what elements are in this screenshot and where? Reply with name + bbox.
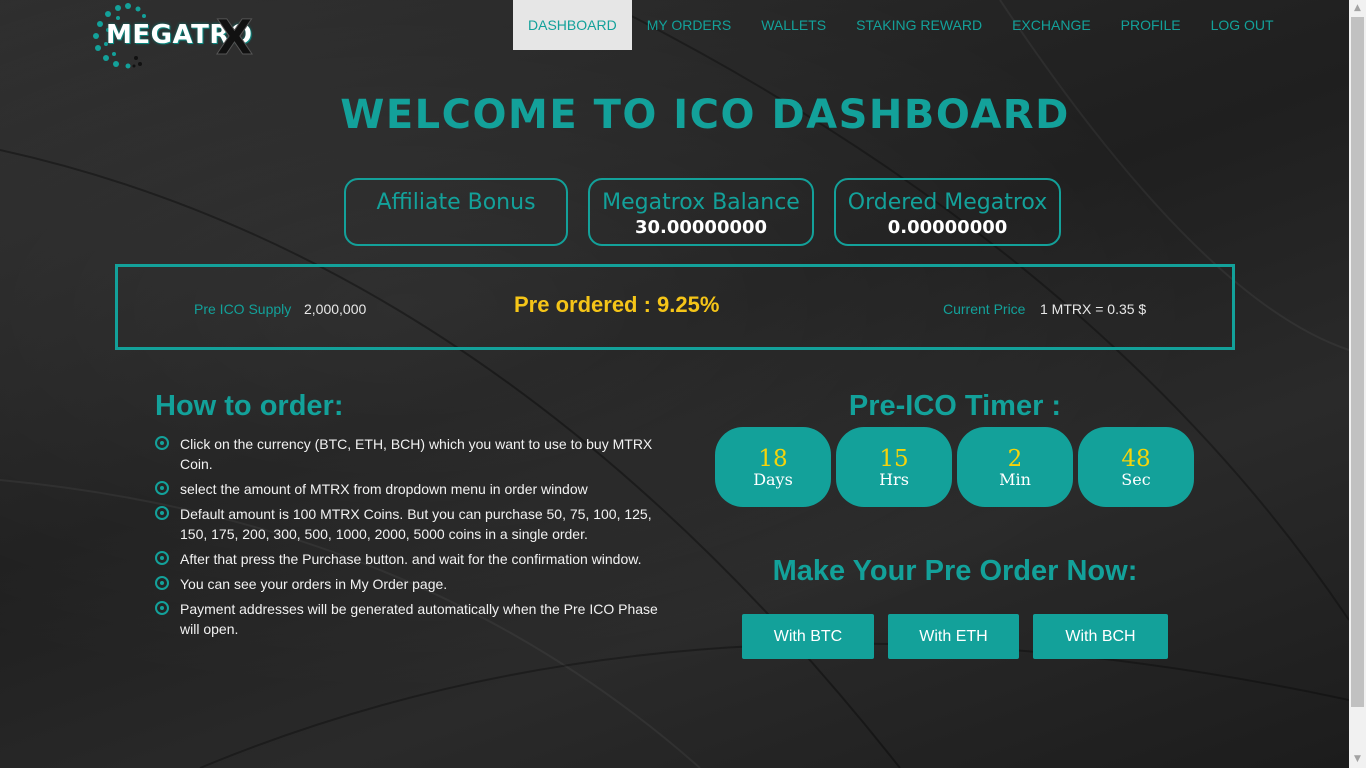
list-item: select the amount of MTRX from dropdown … xyxy=(155,479,665,499)
nav-dashboard[interactable]: DASHBOARD xyxy=(513,0,632,50)
scroll-up-icon[interactable]: ▲ xyxy=(1349,0,1366,17)
megatrox-logo[interactable]: MEGATRO X xyxy=(88,0,258,72)
timer-hours-unit: Hrs xyxy=(879,470,909,489)
pre-ico-supply-label: Pre ICO Supply xyxy=(194,301,292,317)
current-price-label: Current Price xyxy=(943,301,1026,317)
affiliate-bonus-card: Affiliate Bonus xyxy=(344,178,568,246)
list-item: You can see your orders in My Order page… xyxy=(155,574,665,594)
target-circle-icon xyxy=(155,506,169,520)
ordered-megatrox-value: 0.00000000 xyxy=(887,217,1008,238)
timer-minutes-unit: Min xyxy=(999,470,1031,489)
affiliate-bonus-title: Affiliate Bonus xyxy=(376,190,536,215)
timer-seconds-unit: Sec xyxy=(1121,470,1151,489)
step-text: You can see your orders in My Order page… xyxy=(180,576,448,592)
step-text: After that press the Purchase button. an… xyxy=(180,551,642,567)
list-item: Default amount is 100 MTRX Coins. But yo… xyxy=(155,504,665,544)
megatrox-balance-card: Megatrox Balance 30.00000000 xyxy=(588,178,814,246)
scroll-down-icon[interactable]: ▼ xyxy=(1349,751,1366,768)
timer-minutes-value: 2 xyxy=(1007,446,1023,472)
megatrox-balance-title: Megatrox Balance xyxy=(602,190,800,215)
how-to-order-title: How to order: xyxy=(155,390,344,422)
logo-x: X xyxy=(215,10,254,67)
order-with-btc-button[interactable]: With BTC xyxy=(742,614,874,659)
list-item: Payment addresses will be generated auto… xyxy=(155,599,665,639)
timer-hours: 15 Hrs xyxy=(836,427,952,507)
timer-hours-value: 15 xyxy=(879,446,909,472)
current-price-value: 1 MTRX = 0.35 $ xyxy=(1040,301,1147,317)
timer-days: 18 Days xyxy=(715,427,831,507)
ordered-megatrox-card: Ordered Megatrox 0.00000000 xyxy=(834,178,1061,246)
page-title: WELCOME TO ICO DASHBOARD xyxy=(340,92,1070,138)
pre-ico-timer-title: Pre-ICO Timer : xyxy=(848,390,1062,422)
nav-staking-reward[interactable]: STAKING REWARD xyxy=(841,0,997,50)
step-text: Payment addresses will be generated auto… xyxy=(180,601,658,637)
ordered-megatrox-title: Ordered Megatrox xyxy=(847,190,1048,215)
target-circle-icon xyxy=(155,481,169,495)
nav-profile[interactable]: PROFILE xyxy=(1106,0,1196,50)
order-with-eth-button[interactable]: With ETH xyxy=(888,614,1019,659)
pre-order-title: Make Your Pre Order Now: xyxy=(772,555,1138,587)
timer-days-value: 18 xyxy=(758,446,788,472)
list-item: After that press the Purchase button. an… xyxy=(155,549,665,569)
supply-panel: Pre ICO Supply 2,000,000 Pre ordered : 9… xyxy=(115,264,1235,350)
how-to-order-steps: Click on the currency (BTC, ETH, BCH) wh… xyxy=(155,434,665,644)
timer-seconds: 48 Sec xyxy=(1078,427,1194,507)
main-nav: DASHBOARD MY ORDERS WALLETS STAKING REWA… xyxy=(513,0,1289,50)
step-text: Default amount is 100 MTRX Coins. But yo… xyxy=(180,506,652,542)
timer-minutes: 2 Min xyxy=(957,427,1073,507)
step-text: Click on the currency (BTC, ETH, BCH) wh… xyxy=(180,436,653,472)
nav-my-orders[interactable]: MY ORDERS xyxy=(632,0,747,50)
pre-ico-supply-value: 2,000,000 xyxy=(304,301,367,317)
target-circle-icon xyxy=(155,436,169,450)
pre-ordered-percentage: Pre ordered : 9.25% xyxy=(514,292,720,317)
timer-seconds-value: 48 xyxy=(1121,446,1151,472)
step-text: select the amount of MTRX from dropdown … xyxy=(180,481,588,497)
target-circle-icon xyxy=(155,551,169,565)
nav-wallets[interactable]: WALLETS xyxy=(746,0,841,50)
target-circle-icon xyxy=(155,576,169,590)
timer-days-unit: Days xyxy=(753,470,793,489)
nav-log-out[interactable]: LOG OUT xyxy=(1196,0,1289,50)
target-circle-icon xyxy=(155,601,169,615)
megatrox-balance-value: 30.00000000 xyxy=(634,217,768,238)
nav-exchange[interactable]: EXCHANGE xyxy=(997,0,1106,50)
list-item: Click on the currency (BTC, ETH, BCH) wh… xyxy=(155,434,665,474)
order-with-bch-button[interactable]: With BCH xyxy=(1033,614,1168,659)
